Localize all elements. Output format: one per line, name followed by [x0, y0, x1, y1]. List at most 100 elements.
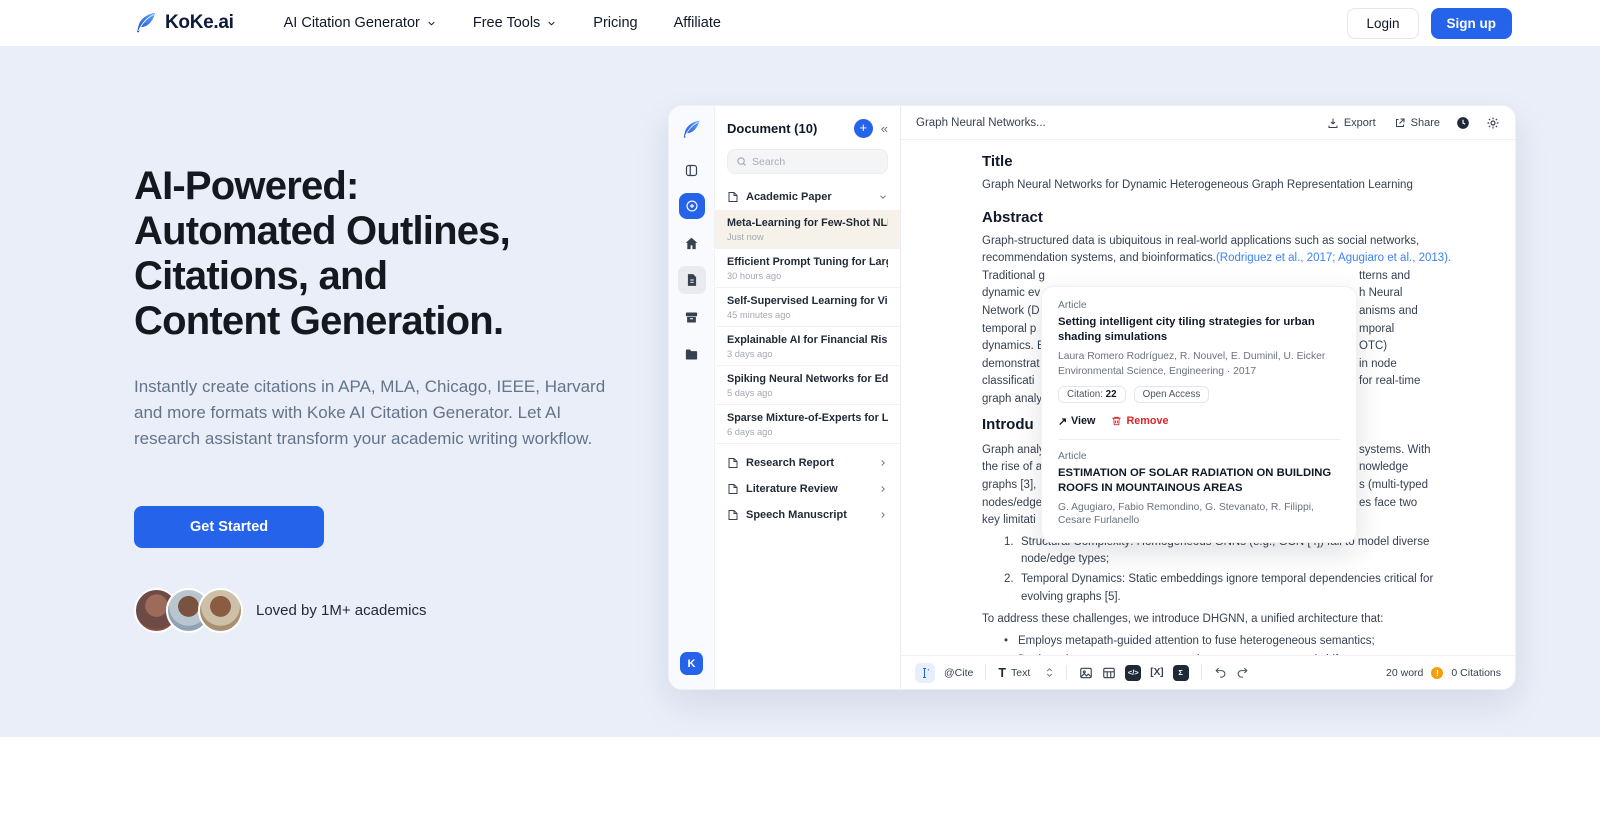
feather-logo-icon — [134, 11, 158, 35]
text-line: OTC) — [1359, 338, 1420, 356]
new-document-button[interactable] — [679, 193, 705, 219]
folder-research-report[interactable]: Research Report — [715, 450, 900, 476]
insert-table-icon[interactable] — [1102, 666, 1116, 680]
folder-label: Literature Review — [746, 483, 871, 495]
undo-icon[interactable] — [1214, 666, 1227, 679]
view-label: View — [1071, 415, 1095, 427]
text-line: temporal p — [982, 321, 1045, 339]
file-icon — [727, 191, 739, 203]
collapse-panel-icon[interactable]: « — [881, 121, 888, 136]
editor-toolbar: @Cite T Text </> [X] — [901, 655, 1515, 689]
brand-logo[interactable]: KoKe.ai — [134, 11, 234, 35]
bullet-item: • Employs metapath-guided attention to f… — [982, 633, 1456, 651]
feather-logo-icon — [681, 119, 702, 140]
folder-icon[interactable] — [678, 340, 706, 368]
code-block-icon[interactable]: </> — [1125, 665, 1141, 681]
divider — [1066, 665, 1067, 680]
documents-icon[interactable] — [678, 266, 706, 294]
doc-list-item[interactable]: Explainable AI for Financial Risk… 3 day… — [715, 327, 900, 366]
login-button[interactable]: Login — [1347, 8, 1418, 39]
article-title: ESTIMATION OF SOLAR RADIATION ON BUILDIN… — [1058, 466, 1340, 496]
nav-item-free-tools[interactable]: Free Tools — [473, 15, 557, 31]
search-input[interactable] — [752, 156, 879, 168]
get-started-button[interactable]: Get Started — [134, 506, 324, 548]
documents-panel-title: Document (10) — [727, 121, 854, 136]
paragraph: To address these challenges, we introduc… — [982, 611, 1456, 629]
doc-list-item[interactable]: Efficient Prompt Tuning for Larg… 30 hou… — [715, 249, 900, 288]
nav-item-label: Free Tools — [473, 15, 540, 31]
abstract-line: Graph-structured data is ubiquitous in r… — [982, 233, 1456, 251]
text-line: nowledge — [1359, 459, 1431, 477]
article-authors: G. Agugiaro, Fabio Remondino, G. Stevana… — [1058, 501, 1340, 528]
chevron-right-icon — [878, 510, 888, 520]
list-text: Temporal Dynamics: Static embeddings ign… — [1021, 571, 1456, 606]
export-button[interactable]: Export — [1327, 117, 1376, 129]
toolbar-status: 20 word ! 0 Citations — [1386, 667, 1501, 679]
list-number: 2. — [1004, 571, 1021, 606]
share-button[interactable]: Share — [1394, 117, 1440, 129]
doc-time: 30 hours ago — [727, 271, 888, 281]
share-icon — [1394, 117, 1406, 129]
chevron-right-icon — [878, 484, 888, 494]
nav-item-pricing[interactable]: Pricing — [593, 15, 637, 31]
paper-title-text: Graph Neural Networks for Dynamic Hetero… — [982, 177, 1456, 195]
folder-speech-manuscript[interactable]: Speech Manuscript — [715, 502, 900, 528]
search-box[interactable] — [727, 149, 888, 174]
remove-button[interactable]: Remove — [1111, 415, 1168, 427]
social-proof: Loved by 1M+ academics — [134, 588, 624, 633]
citation-link[interactable]: (Rodriguez et al., 2017; Agugiaro et al.… — [1216, 252, 1451, 264]
text-style-dropdown[interactable]: T Text — [998, 666, 1054, 680]
file-icon — [727, 483, 739, 495]
doc-time: Just now — [727, 232, 888, 242]
doc-list-item[interactable]: Self-Supervised Learning for Vid… 45 min… — [715, 288, 900, 327]
article-title: Setting intelligent city tiling strategi… — [1058, 315, 1340, 345]
hero-section: AI-Powered: Automated Outlines, Citation… — [0, 46, 1600, 737]
nav-actions: Login Sign up — [1347, 8, 1512, 39]
arrow-up-right-icon: ↗ — [1058, 415, 1067, 428]
bullet-item: • Designs time-aware message passing to … — [982, 652, 1456, 655]
redo-icon[interactable] — [1236, 666, 1249, 679]
icon-rail: K — [669, 106, 715, 689]
settings-gear-icon[interactable] — [1486, 116, 1500, 130]
nav-item-ai-citation-generator[interactable]: AI Citation Generator — [284, 15, 437, 31]
user-avatar[interactable]: K — [680, 652, 703, 675]
folder-label: Speech Manuscript — [746, 509, 871, 521]
top-navbar: KoKe.ai AI Citation Generator Free Tools… — [0, 0, 1600, 46]
doc-list-item[interactable]: Spiking Neural Networks for Edg… 5 days … — [715, 366, 900, 405]
signup-button[interactable]: Sign up — [1431, 8, 1513, 39]
folder-literature-review[interactable]: Literature Review — [715, 476, 900, 502]
editor-header: Graph Neural Networks... Export Share — [901, 106, 1515, 140]
popup-actions: ↗ View Remove — [1058, 415, 1340, 428]
add-document-button[interactable]: + — [854, 119, 873, 138]
cite-button[interactable]: @Cite — [944, 667, 973, 679]
editor-pane: Graph Neural Networks... Export Share — [901, 106, 1515, 689]
doc-time: 5 days ago — [727, 388, 888, 398]
hero-paragraph: Instantly create citations in APA, MLA, … — [134, 374, 606, 452]
home-icon[interactable] — [678, 229, 706, 257]
sidebar-layout-icon[interactable] — [678, 156, 706, 184]
history-icon[interactable] — [1456, 116, 1470, 130]
view-button[interactable]: ↗ View — [1058, 415, 1095, 428]
page: KoKe.ai AI Citation Generator Free Tools… — [0, 0, 1600, 821]
text-line: for real-time — [1359, 373, 1420, 391]
hero-heading: AI-Powered: Automated Outlines, Citation… — [134, 164, 624, 344]
doc-title: Spiking Neural Networks for Edg… — [727, 373, 888, 385]
doc-list-item[interactable]: Meta-Learning for Few-Shot NLP Just now — [715, 210, 900, 249]
documents-panel: Document (10) + « Academic Paper Meta — [715, 106, 901, 689]
text-style-label: Text — [1011, 667, 1030, 679]
doc-list-item[interactable]: Sparse Mixture-of-Experts for L… 6 days … — [715, 405, 900, 444]
text-line: Traditional g — [982, 268, 1045, 286]
hero-heading-line: Citations, and — [134, 254, 387, 298]
chevron-down-icon — [878, 192, 888, 202]
ai-cursor-icon[interactable] — [915, 663, 935, 683]
folder-academic-paper[interactable]: Academic Paper — [715, 184, 900, 210]
insert-image-icon[interactable] — [1079, 666, 1093, 680]
nav-item-affiliate[interactable]: Affiliate — [674, 15, 721, 31]
archive-icon[interactable] — [678, 303, 706, 331]
text-line: Network (D — [982, 303, 1045, 321]
math-sigma-icon[interactable]: Σ — [1173, 665, 1189, 681]
formula-icon[interactable]: [X] — [1150, 667, 1163, 678]
avatar-group — [134, 588, 230, 633]
folder-label: Academic Paper — [746, 191, 871, 203]
download-icon — [1327, 117, 1339, 129]
